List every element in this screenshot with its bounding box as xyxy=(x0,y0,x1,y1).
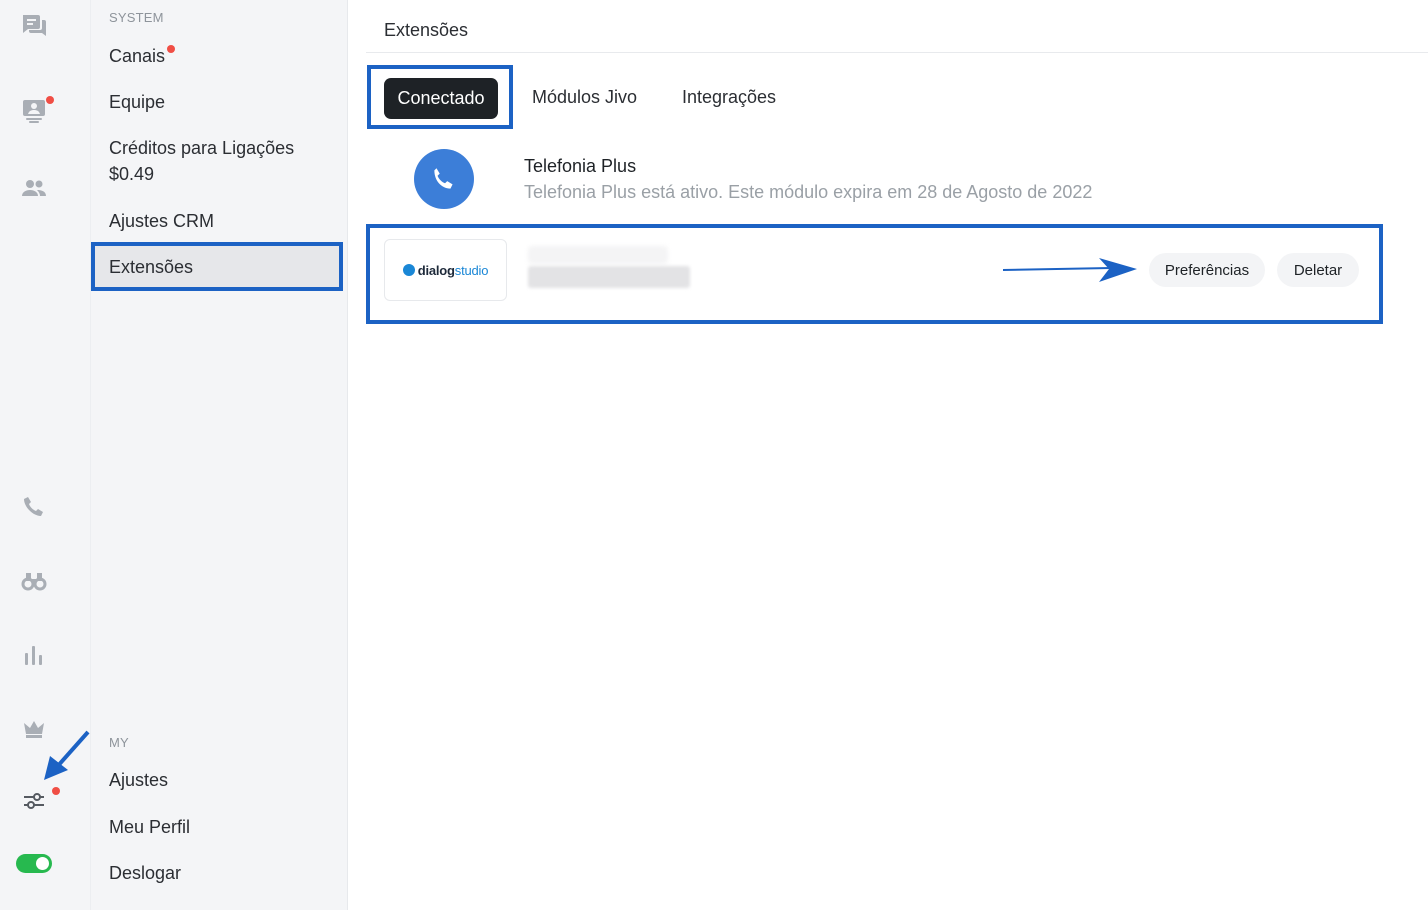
delete-button[interactable]: Deletar xyxy=(1277,253,1359,287)
team-icon[interactable] xyxy=(18,172,50,204)
notification-dot xyxy=(167,45,176,53)
divider xyxy=(366,52,1428,53)
nav-item-label: Ajustes CRM xyxy=(109,211,215,231)
dialogstudio-mark-icon xyxy=(402,264,415,276)
nav-item-label: Canais xyxy=(109,46,166,66)
pointer-arrow-icon xyxy=(1003,258,1137,282)
redacted-name xyxy=(528,246,668,264)
settings-nav: SYSTEM Canais Equipe Créditos para Ligaç… xyxy=(90,0,348,910)
nav-item-label: Equipe xyxy=(109,92,166,112)
notification-dot xyxy=(46,96,54,104)
tab-conectado[interactable]: Conectado xyxy=(384,78,498,119)
pointer-arrow-icon xyxy=(44,730,90,780)
chat-icon[interactable] xyxy=(18,10,50,42)
logo-text-light: studio xyxy=(454,262,489,278)
telefonia-phone-icon xyxy=(414,149,474,209)
status-toggle[interactable] xyxy=(16,854,52,873)
module-name: Telefonia Plus xyxy=(524,156,637,176)
nav-item-extensoes[interactable]: Extensões xyxy=(91,242,343,291)
nav-item-label: Meu Perfil xyxy=(109,817,191,837)
nav-item-label: Deslogar xyxy=(109,863,182,883)
logo-text-bold: dialog xyxy=(417,262,455,278)
dialogstudio-logo: dialog studio xyxy=(384,239,507,301)
page-title: Extensões xyxy=(384,20,469,40)
nav-item-ajustes-crm[interactable]: Ajustes CRM xyxy=(109,208,214,234)
tab-modulos-jivo[interactable]: Módulos Jivo xyxy=(532,87,637,108)
main-content: Extensões Conectado Módulos Jivo Integra… xyxy=(348,0,1428,910)
nav-item-label: Ajustes xyxy=(109,770,169,790)
icon-rail xyxy=(0,0,90,910)
stats-icon[interactable] xyxy=(18,639,50,671)
notification-dot xyxy=(52,787,60,795)
section-label-my: MY xyxy=(109,735,129,750)
credits-value: $0.49 xyxy=(109,164,155,184)
nav-item-meu-perfil[interactable]: Meu Perfil xyxy=(109,814,190,840)
preferences-button[interactable]: Preferências xyxy=(1149,253,1265,287)
nav-item-creditos[interactable]: Créditos para Ligações $0.49 xyxy=(109,135,294,187)
module-description: Telefonia Plus está ativo. Este módulo e… xyxy=(524,182,1093,202)
nav-item-label: Extensões xyxy=(109,257,194,277)
redacted-description xyxy=(528,266,690,288)
binoculars-icon[interactable] xyxy=(18,564,50,596)
nav-item-deslogar[interactable]: Deslogar xyxy=(109,860,181,886)
nav-item-canais[interactable]: Canais xyxy=(109,43,176,69)
section-label-system: SYSTEM xyxy=(109,10,164,25)
monitor-user-icon[interactable] xyxy=(18,95,54,127)
tab-integracoes[interactable]: Integrações xyxy=(682,87,776,108)
sliders-icon[interactable] xyxy=(18,785,60,817)
nav-item-label: Créditos para Ligações xyxy=(109,138,295,158)
nav-item-equipe[interactable]: Equipe xyxy=(109,89,165,115)
phone-icon[interactable] xyxy=(18,491,50,523)
nav-item-ajustes[interactable]: Ajustes xyxy=(109,767,168,793)
